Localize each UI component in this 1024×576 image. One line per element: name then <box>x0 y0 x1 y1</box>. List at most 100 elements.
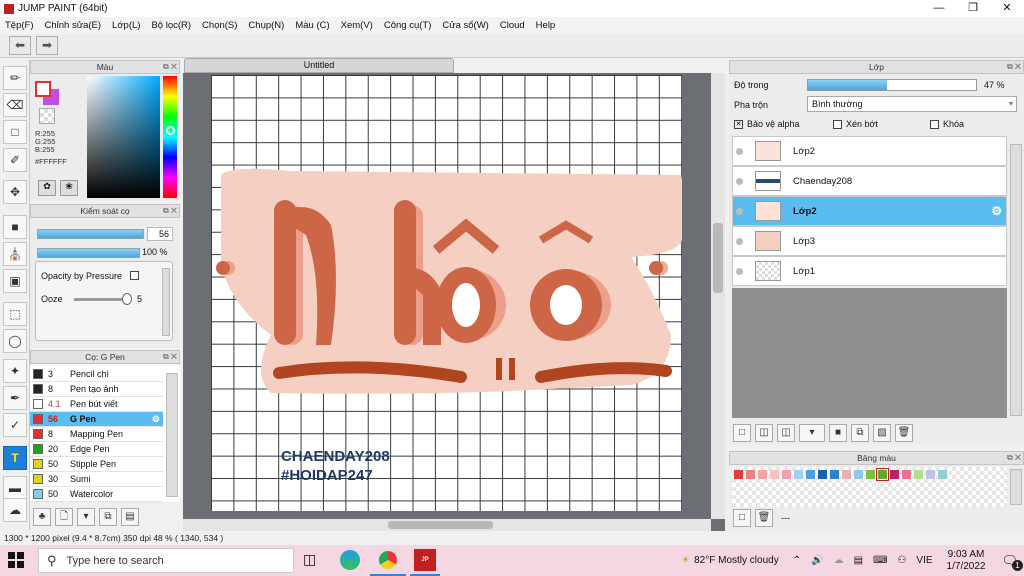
wheel-mode-button[interactable]: ❀ <box>60 180 78 196</box>
folder-button[interactable]: ▤ <box>121 508 139 526</box>
menu-cloud[interactable]: Cloud <box>500 20 525 31</box>
palette-swatch[interactable] <box>769 470 779 479</box>
layer-row[interactable]: Chaenday208 <box>732 166 1007 196</box>
palette-swatch[interactable] <box>805 470 815 479</box>
magic-wand-tool[interactable]: ✦ <box>3 359 27 383</box>
brush-item-selected[interactable]: 56 G Pen ⚙ <box>30 412 163 427</box>
protect-alpha-checkbox[interactable]: ✕ <box>734 119 743 129</box>
brush-list-scrollbar[interactable] <box>166 373 178 497</box>
lock-checkbox[interactable] <box>930 119 939 129</box>
brush-item[interactable]: 8 Pen tạo ảnh <box>30 382 163 397</box>
vertical-scroll-thumb[interactable] <box>713 223 723 293</box>
edge-browser-icon[interactable] <box>340 550 360 570</box>
palette-swatch[interactable] <box>925 470 935 479</box>
rect-tool[interactable]: □ <box>3 120 27 144</box>
menu-window[interactable]: Cửa sổ(W) <box>442 20 488 31</box>
layer-menu-button[interactable]: ▾ <box>799 424 825 442</box>
bucket-tool[interactable]: ⛪ <box>3 242 27 266</box>
palette-swatch[interactable] <box>781 470 791 479</box>
palette-scrollbar[interactable] <box>1010 469 1022 505</box>
menu-file[interactable]: Tệp(F) <box>5 20 34 31</box>
brush-item[interactable]: 3 Pencil chì <box>30 367 163 382</box>
visibility-icon[interactable] <box>736 207 743 215</box>
palette-swatch[interactable] <box>901 470 911 479</box>
brush-tool[interactable]: ✐ <box>3 148 27 172</box>
palette-swatch[interactable] <box>889 470 899 479</box>
start-button[interactable] <box>8 552 24 568</box>
new-layer-button[interactable]: □ <box>733 424 751 442</box>
brush-menu-button[interactable]: ▾ <box>77 508 95 526</box>
clock[interactable]: 9:03 AM 1/7/2022 <box>947 549 986 573</box>
clip-checkbox[interactable] <box>833 119 842 129</box>
chevron-up-icon[interactable]: ⌃ <box>793 555 801 566</box>
brush-size-slider[interactable] <box>37 229 144 239</box>
layer-row[interactable]: Lớp3 <box>732 226 1007 256</box>
ime-icon[interactable]: ⚇ <box>897 555 906 566</box>
menu-view[interactable]: Xem(V) <box>341 20 373 31</box>
palette-swatch[interactable] <box>875 468 889 481</box>
layer-row[interactable]: Lớp1 <box>732 256 1007 286</box>
close-button[interactable]: ✕ <box>990 0 1024 17</box>
canvas-paper[interactable]: CHAENDAY208 #HOIDAP247 <box>211 75 682 511</box>
layer-settings-icon[interactable]: ⚙ <box>991 204 1002 218</box>
divider-tool[interactable]: ▬ <box>3 476 27 500</box>
foreground-color[interactable] <box>35 81 51 97</box>
palette-swatch[interactable] <box>829 470 839 479</box>
select-eraser-tool[interactable]: ✓ <box>3 413 27 437</box>
delete-layer-button[interactable]: 🗑 <box>895 424 913 442</box>
menu-select[interactable]: Chọn(S) <box>202 20 237 31</box>
brush-folder-button[interactable]: ♣ <box>33 508 51 526</box>
transparent-color[interactable] <box>39 108 55 124</box>
palette-swatch[interactable] <box>865 470 875 479</box>
jump-paint-app-icon[interactable]: JP <box>414 549 436 571</box>
cloud-icon[interactable]: ☁ <box>834 555 844 566</box>
task-view-icon[interactable]: ◫ <box>303 551 316 568</box>
brush-item[interactable]: 30 Sumi <box>30 472 163 487</box>
menu-layer[interactable]: Lớp(L) <box>112 20 140 31</box>
canvas-vertical-scrollbar[interactable] <box>711 73 725 519</box>
language-indicator[interactable]: VIE <box>916 555 932 566</box>
palette-swatch[interactable] <box>937 470 947 479</box>
search-box[interactable]: ⚲ Type here to search <box>38 548 294 573</box>
menu-tools[interactable]: Công cụ(T) <box>384 20 432 31</box>
options-scrollbar[interactable] <box>162 268 170 336</box>
visibility-icon[interactable] <box>736 237 743 245</box>
layer-list-scrollbar[interactable] <box>1010 144 1022 416</box>
delete-swatch-button[interactable]: 🗑 <box>755 509 773 527</box>
copy-brush-button[interactable]: ⧉ <box>99 508 117 526</box>
palette-swatch[interactable] <box>913 470 923 479</box>
palette-swatch[interactable] <box>841 470 851 479</box>
layer-folder-button[interactable]: ■ <box>829 424 847 442</box>
merge-layer-button[interactable]: ⧉ <box>851 424 869 442</box>
add-swatch-button[interactable]: □ <box>733 509 751 527</box>
panel-controls-icon[interactable]: ⧉ ✕ <box>1007 61 1021 73</box>
layer-row-selected[interactable]: Lớp2 ⚙ <box>732 196 1007 226</box>
protect-alpha-option[interactable]: ✕ Bảo vệ alpha <box>734 119 800 129</box>
palette-swatch[interactable] <box>793 470 803 479</box>
brush-settings-icon[interactable]: ⚙ <box>152 414 160 425</box>
visibility-icon[interactable] <box>736 177 743 185</box>
menu-edit[interactable]: Chỉnh sửa(E) <box>45 20 102 31</box>
new-layer-from-button[interactable]: ◫ <box>755 424 773 442</box>
palette-swatch[interactable] <box>745 470 755 479</box>
menu-help[interactable]: Help <box>536 20 556 31</box>
palette-swatch[interactable] <box>817 470 827 479</box>
menu-filter[interactable]: Bộ lọc(R) <box>151 20 191 31</box>
notification-icon[interactable]: 🗨 1 <box>1001 553 1023 571</box>
blend-mode-select[interactable]: Bình thường ▾ <box>807 96 1017 112</box>
layer-row[interactable]: Lớp2 <box>732 136 1007 166</box>
weather-text[interactable]: 82°F Mostly cloudy <box>694 555 779 566</box>
layer-opacity-slider[interactable] <box>807 79 977 91</box>
brush-item[interactable]: 4.1 Pen bút viết <box>30 397 163 412</box>
fill-rect-tool[interactable]: ■ <box>3 215 27 239</box>
mask-layer-button[interactable]: ▧ <box>873 424 891 442</box>
hue-handle[interactable] <box>166 126 175 135</box>
new-brush-button[interactable]: 🗋 <box>55 508 73 526</box>
cloud-tool[interactable]: ☁ <box>3 498 27 522</box>
brush-size-field[interactable]: 56 <box>147 227 173 241</box>
eraser-tool[interactable]: ⌫ <box>3 93 27 117</box>
palette-swatch[interactable] <box>757 470 767 479</box>
panel-controls-icon[interactable]: ⧉ ✕ <box>163 351 177 363</box>
select-pen-tool[interactable]: ✒ <box>3 386 27 410</box>
move-tool[interactable]: ✥ <box>3 180 27 204</box>
